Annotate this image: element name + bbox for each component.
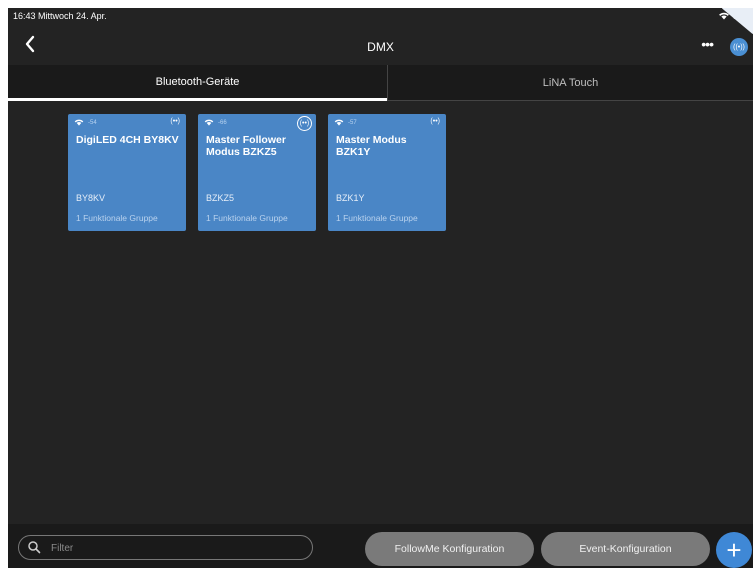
signal-value: -66: [218, 119, 227, 126]
device-name: Master Modus BZK1Y: [336, 134, 407, 158]
signal-value: -57: [348, 119, 357, 126]
filter-input[interactable]: [49, 539, 293, 558]
signal-strength: -66: [204, 119, 227, 126]
followme-config-button[interactable]: FollowMe Konfiguration: [365, 532, 534, 566]
tab-bluetooth-devices[interactable]: Bluetooth-Geräte: [8, 65, 387, 101]
more-dots-icon: •••: [701, 36, 714, 52]
tab-lina-touch[interactable]: LiNA Touch: [387, 65, 753, 101]
add-button[interactable]: +: [716, 532, 752, 568]
device-code: BZK1Y: [336, 193, 365, 203]
device-group: 1 Funktionale Gruppe: [336, 213, 418, 223]
broadcast-icon: (••): [170, 118, 180, 125]
wifi-icon: [74, 119, 84, 126]
device-card[interactable]: -54 (••) DigiLED 4CH BY8KV BY8KV 1 Funkt…: [68, 114, 186, 231]
status-time: 16:43: [13, 11, 36, 21]
more-button[interactable]: •••: [701, 36, 714, 52]
filter-field[interactable]: [18, 535, 313, 560]
wifi-icon: [334, 119, 344, 126]
search-icon: [28, 541, 41, 554]
status-date: Mittwoch 24. Apr.: [38, 11, 107, 21]
device-group: 1 Funktionale Gruppe: [76, 213, 158, 223]
event-config-button[interactable]: Event-Konfiguration: [541, 532, 710, 566]
signal-strength: -57: [334, 119, 357, 126]
device-group: 1 Funktionale Gruppe: [206, 213, 288, 223]
bluetooth-badge-button[interactable]: ((•)): [730, 38, 748, 56]
device-name: Master Follower Modus BZKZ5: [206, 134, 286, 158]
signal-value: -54: [88, 119, 97, 126]
plus-icon: +: [726, 535, 742, 565]
bottom-toolbar: FollowMe Konfiguration Event-Konfigurati…: [8, 524, 753, 568]
page-title: DMX: [367, 40, 394, 54]
device-name: DigiLED 4CH BY8KV: [76, 134, 179, 146]
wifi-icon: [204, 119, 214, 126]
app-screen: 16:43 Mittwoch 24. Apr. 38 DMX ••• ((•))…: [8, 8, 753, 568]
device-code: BY8KV: [76, 193, 106, 203]
nav-bar: DMX ••• ((•)): [8, 28, 753, 68]
status-bar: 16:43 Mittwoch 24. Apr. 38: [8, 8, 753, 35]
device-code: BZKZ5: [206, 193, 235, 203]
broadcast-icon: (••): [430, 118, 440, 125]
device-card[interactable]: -57 (••) Master Modus BZK1Y BZK1Y 1 Funk…: [328, 114, 446, 231]
bluetooth-signal-icon: ((•)): [733, 43, 745, 51]
tab-bar: Bluetooth-Geräte LiNA Touch: [8, 65, 753, 101]
device-card[interactable]: -66 (••) Master Follower Modus BZKZ5 BZK…: [198, 114, 316, 231]
signal-strength: -54: [74, 119, 97, 126]
broadcast-icon: (••): [297, 116, 312, 131]
status-time-date: 16:43 Mittwoch 24. Apr.: [13, 11, 107, 21]
